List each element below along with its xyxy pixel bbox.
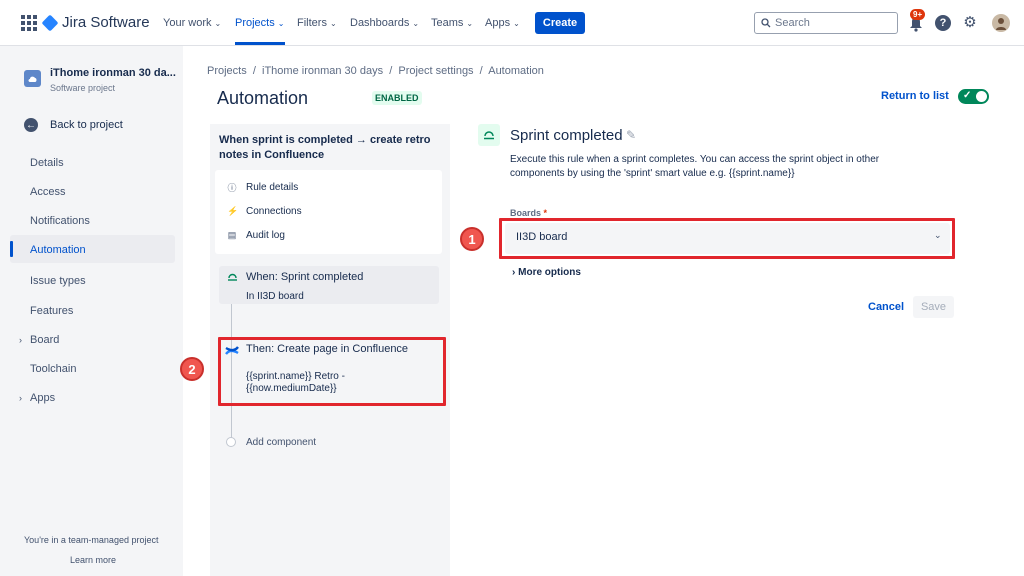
annotation-marker-1: 1: [460, 227, 484, 251]
chevron-right-icon: ›: [19, 393, 22, 403]
sidebar-item-features[interactable]: Features: [30, 305, 73, 317]
menu-label: Rule details: [246, 182, 299, 193]
learn-more-link[interactable]: Learn more: [70, 555, 116, 565]
check-icon: ✓: [963, 90, 972, 101]
nav-label: Apps: [485, 17, 511, 29]
project-name: iThome ironman 30 da...: [50, 67, 176, 79]
top-navigation: Jira Software Your work ⌄ Projects ⌄ Filte…: [0, 0, 1024, 46]
sidebar-item-details[interactable]: Details: [30, 157, 64, 169]
help-icon[interactable]: ?: [935, 15, 951, 31]
more-options-label: More options: [518, 267, 581, 278]
connections-link[interactable]: ⚡ Connections: [227, 206, 302, 217]
add-component-link[interactable]: Add component: [246, 437, 316, 448]
chevron-right-icon: ›: [512, 267, 516, 278]
nav-projects[interactable]: Projects ⌄: [235, 17, 284, 29]
search-placeholder: Search: [775, 17, 810, 29]
audit-log-link[interactable]: ▤ Audit log: [227, 230, 285, 241]
rule-details-link[interactable]: ⓘ Rule details: [227, 181, 298, 194]
jira-diamond-icon: [41, 14, 59, 31]
info-icon: ⓘ: [227, 183, 237, 193]
boards-label-text: Boards: [510, 208, 542, 218]
annotation-marker-2: 2: [180, 357, 204, 381]
save-button[interactable]: Save: [913, 296, 954, 318]
toggle-knob: [976, 91, 987, 102]
search-icon: [761, 18, 771, 28]
search-input[interactable]: Search: [754, 12, 898, 34]
sidebar-item-apps[interactable]: Apps: [30, 392, 55, 404]
rule-enabled-toggle[interactable]: ✓: [958, 89, 989, 104]
sidebar-active-indicator: [10, 241, 13, 257]
trigger-description: Execute this rule when a sprint complete…: [510, 154, 880, 179]
add-component-dot-icon: [226, 437, 236, 447]
user-avatar-icon: [996, 18, 1006, 30]
nav-dashboards[interactable]: Dashboards ⌄: [350, 17, 419, 29]
chevron-down-icon: ⌄: [277, 19, 285, 28]
nav-your-work[interactable]: Your work ⌄: [163, 17, 221, 29]
arrow-left-icon: ←: [24, 118, 38, 132]
nav-filters[interactable]: Filters ⌄: [297, 17, 337, 29]
nav-apps[interactable]: Apps ⌄: [485, 17, 520, 29]
trigger-subtitle: In II3D board: [246, 291, 304, 302]
trigger-title: When: Sprint completed: [246, 271, 364, 283]
sidebar-item-issue-types[interactable]: Issue types: [30, 275, 86, 287]
sidebar-item-notifications[interactable]: Notifications: [30, 215, 90, 227]
cancel-button[interactable]: Cancel: [868, 301, 904, 313]
plug-icon: ⚡: [227, 206, 239, 216]
sprint-trigger-icon: [478, 124, 500, 146]
nav-teams[interactable]: Teams ⌄: [431, 17, 473, 29]
avatar[interactable]: [992, 14, 1010, 32]
sidebar-item-toolchain[interactable]: Toolchain: [30, 363, 76, 375]
chevron-down-icon: ⌄: [466, 19, 474, 28]
required-marker: *: [543, 208, 548, 218]
nav-label: Teams: [431, 17, 464, 29]
chevron-down-icon: ⌄: [329, 19, 337, 28]
trigger-icon: [227, 272, 237, 282]
nav-label: Filters: [297, 17, 327, 29]
project-avatar-icon: [24, 70, 41, 87]
settings-gear-icon[interactable]: ⚙: [962, 14, 978, 31]
sidebar-item-board[interactable]: Board: [30, 334, 59, 346]
boards-label: Boards *: [510, 208, 547, 218]
document-icon: ▤: [227, 230, 237, 240]
notification-badge: 9+: [910, 9, 926, 20]
nav-label: Projects: [235, 17, 275, 29]
back-to-project-link[interactable]: ← Back to project: [24, 118, 123, 132]
chevron-right-icon: ›: [19, 335, 22, 345]
nav-label: Your work: [163, 17, 212, 29]
trigger-heading: Sprint completed: [510, 127, 623, 144]
project-sidebar: iThome ironman 30 da... Software project…: [0, 46, 183, 576]
rule-title: When sprint is completed → create retro …: [219, 134, 431, 161]
app-switcher-icon[interactable]: [21, 15, 37, 31]
menu-label: Audit log: [246, 230, 285, 241]
highlight-box-boards: [499, 218, 955, 259]
sidebar-item-access[interactable]: Access: [30, 186, 65, 198]
more-options-toggle[interactable]: › More options: [512, 267, 581, 278]
page-title: Automation: [217, 88, 309, 108]
chevron-down-icon: ⌄: [412, 19, 420, 28]
chevron-down-icon: ⌄: [513, 19, 520, 28]
sidebar-item-automation[interactable]: Automation: [30, 244, 86, 256]
menu-label: Connections: [246, 206, 302, 217]
project-type: Software project: [50, 83, 116, 93]
cloud-icon: [28, 76, 37, 82]
highlight-box-action: [218, 337, 446, 406]
edit-pencil-icon[interactable]: ✎: [626, 128, 636, 142]
status-badge: ENABLED: [372, 91, 422, 105]
nav-active-indicator: [235, 42, 285, 45]
product-name: Jira Software: [62, 14, 150, 31]
return-to-list-link[interactable]: Return to list: [881, 90, 949, 102]
nav-label: Dashboards: [350, 17, 410, 29]
back-label: Back to project: [50, 119, 123, 131]
team-managed-note: You're in a team-managed project: [24, 535, 159, 545]
breadcrumb[interactable]: Projects / iThome ironman 30 days / Proj…: [207, 65, 544, 77]
chevron-down-icon: ⌄: [214, 19, 222, 28]
jira-logo[interactable]: Jira Software: [41, 14, 150, 31]
create-button[interactable]: Create: [535, 12, 585, 34]
